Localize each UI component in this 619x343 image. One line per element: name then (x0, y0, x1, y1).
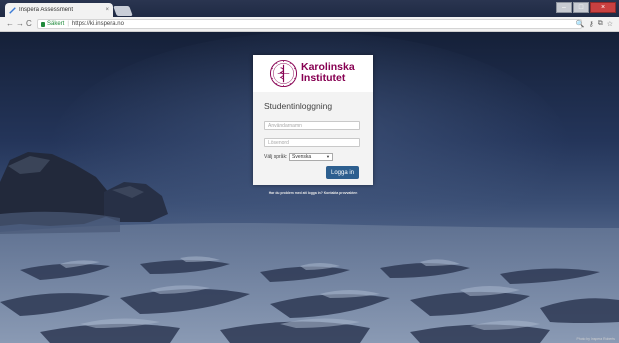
bookmark-star-icon[interactable]: ☆ (607, 20, 613, 28)
login-button[interactable]: Logga in (326, 166, 359, 179)
logo-line-2: Institutet (301, 71, 346, 84)
photo-credit: Photo by Inspera Roberts (576, 337, 615, 341)
browser-toolbar: ← → C Säkert | https://ki.inspera.no 🔍 ⚷… (0, 17, 619, 32)
language-selected-value: Svenska (292, 154, 312, 160)
key-icon[interactable]: ⚷ (589, 20, 594, 28)
language-select[interactable]: Svenska ▼ (289, 153, 333, 161)
secure-label: Säkert (47, 21, 65, 27)
toolbar-icons: 🔍 ⚷ ⧉ ☆ (572, 17, 613, 31)
page-title: Studentinloggning (264, 101, 333, 111)
lock-icon (41, 21, 45, 27)
cast-icon[interactable]: ⧉ (598, 20, 603, 28)
password-input[interactable] (264, 138, 360, 147)
maximize-button[interactable]: □ (573, 2, 589, 13)
new-tab-button[interactable] (113, 6, 133, 16)
inspera-favicon-icon (9, 6, 16, 14)
forward-icon[interactable]: → (16, 17, 24, 31)
url-text: https://ki.inspera.no (71, 21, 124, 27)
reload-icon[interactable]: C (26, 17, 32, 31)
karolinska-seal-icon (269, 59, 298, 88)
tab-title: Inspera Assessment (19, 7, 74, 13)
karolinska-logo: Karolinska Institutet (301, 62, 355, 83)
back-icon[interactable]: ← (6, 17, 14, 31)
close-window-button[interactable]: × (590, 2, 616, 13)
logo-line-1: Karolinska (301, 61, 355, 73)
browser-tabstrip: Inspera Assessment × – □ × (0, 0, 619, 17)
zoom-icon[interactable]: 🔍 (576, 20, 585, 28)
chevron-down-icon: ▼ (326, 154, 330, 159)
address-bar[interactable]: Säkert | https://ki.inspera.no (37, 19, 582, 29)
url-separator: | (67, 21, 69, 27)
tab-close-icon[interactable]: × (105, 7, 109, 13)
browser-tab[interactable]: Inspera Assessment × (5, 3, 113, 17)
language-label: Välj språk: (264, 154, 288, 160)
username-input[interactable] (264, 121, 360, 130)
help-link[interactable]: Har du problem med att logga in? Kontakt… (253, 191, 373, 195)
login-card: Karolinska Institutet Studentinloggning … (253, 55, 373, 185)
logo-area: Karolinska Institutet (253, 55, 373, 92)
minimize-button[interactable]: – (556, 2, 572, 13)
window-controls: – □ × (555, 2, 616, 13)
